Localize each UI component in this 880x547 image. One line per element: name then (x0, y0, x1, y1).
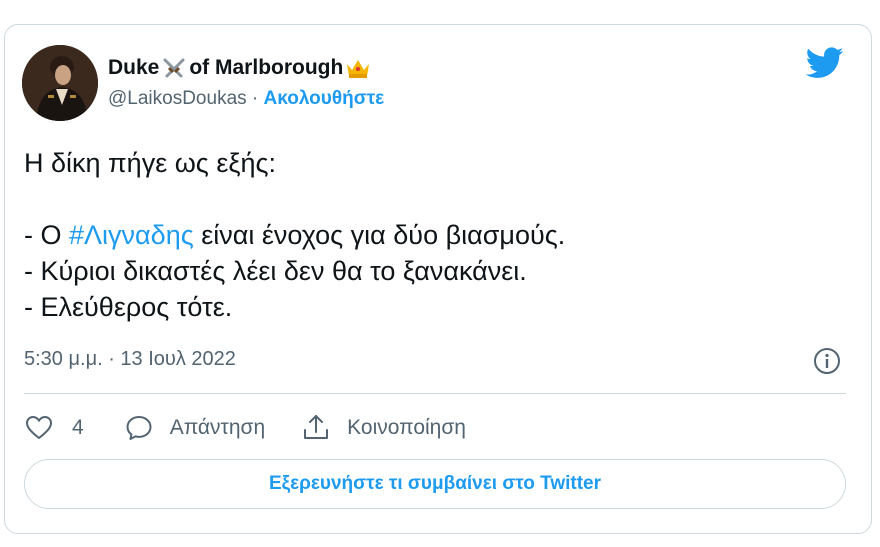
avatar-portrait (22, 45, 98, 121)
heart-icon (26, 416, 52, 439)
tweet-text: Η δίκη πήγε ως εξής: - Ο #Λιγναδης είναι… (24, 145, 844, 325)
crossed-swords-icon (163, 58, 185, 78)
reply-label: Απάντηση (169, 416, 266, 439)
author-handle[interactable]: @LaikosDoukas (108, 88, 247, 109)
share-label: Κοινοποίηση (347, 416, 466, 439)
tweet-line-1: Η δίκη πήγε ως εξής: (24, 148, 276, 178)
share-button[interactable]: Κοινοποίηση (301, 413, 466, 443)
tweet-timestamp[interactable]: 5:30 μ.μ. · 13 Ιουλ 2022 (24, 348, 236, 371)
divider (24, 393, 846, 394)
reply-button[interactable]: Απάντηση (124, 413, 265, 443)
info-icon[interactable] (812, 346, 842, 376)
author-name-part2: of Marlborough (189, 56, 344, 79)
follow-button[interactable]: Ακολουθήστε (264, 88, 385, 109)
tweet-line-4: - Ελεύθερος τότε. (24, 292, 233, 322)
hashtag-link[interactable]: #Λιγναδης (69, 220, 194, 250)
tweet-line-2-suffix: είναι ένοχος για δύο βιασμούς. (193, 220, 566, 250)
author-handle-row: @LaikosDoukas · Ακολουθήστε (108, 88, 384, 110)
author-name-part1: Duke (108, 56, 160, 79)
author-name[interactable]: Duke of Marlborough (108, 56, 373, 80)
twitter-bird-icon[interactable] (806, 47, 844, 79)
crown-icon (347, 60, 370, 78)
tweet-line-2-prefix: - Ο (24, 220, 69, 250)
share-icon (304, 415, 329, 439)
like-count: 4 (72, 416, 84, 439)
action-bar: 4 Απάντηση Κοινοποίηση (24, 410, 466, 446)
tweet-line-3: - Κύριοι δικαστές λέει δεν θα το ξανακάν… (24, 256, 527, 286)
explore-twitter-button[interactable]: Εξερευνήστε τι συμβαίνει στο Twitter (24, 459, 846, 509)
separator: · (246, 88, 264, 109)
reply-bubble-icon (126, 416, 152, 440)
like-button[interactable]: 4 (24, 413, 84, 443)
avatar[interactable] (22, 45, 98, 121)
